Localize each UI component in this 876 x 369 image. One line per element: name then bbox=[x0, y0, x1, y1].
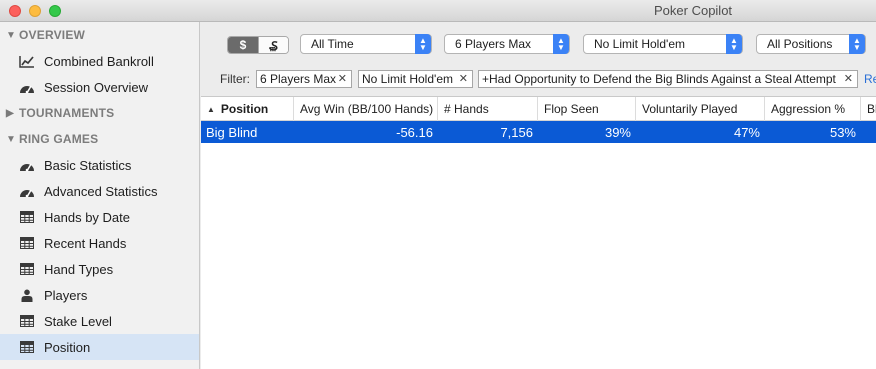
minimize-window-button[interactable] bbox=[29, 5, 41, 17]
disclosure-collapsed-icon[interactable]: ▶ bbox=[6, 108, 18, 119]
table-size-filter-value: 6 Players Max bbox=[455, 37, 532, 51]
position-filter-select[interactable]: All Positions ▲ ▼ bbox=[756, 34, 866, 54]
column-header-aggression[interactable]: Aggression % bbox=[765, 97, 861, 121]
toolbar: $ ₷ All Time ▲ ▼ 6 Players Max ▲ ▼ No Limi… bbox=[201, 22, 876, 96]
title-bar: Poker Copilot bbox=[0, 0, 876, 22]
sidebar: ▼ OVERVIEW Combined Bankroll Session Ove… bbox=[0, 22, 200, 369]
table-grid-icon bbox=[18, 210, 35, 224]
table-size-filter-select[interactable]: 6 Players Max ▲ ▼ bbox=[444, 34, 570, 54]
sidebar-item-advanced-statistics[interactable]: Advanced Statistics bbox=[0, 178, 199, 204]
stats-table: ▲ Position Avg Win (BB/100 Hands) # Hand… bbox=[201, 96, 876, 369]
zoom-window-button[interactable] bbox=[49, 5, 61, 17]
cell-flop-seen: 39% bbox=[604, 124, 631, 140]
column-header-avg-win[interactable]: Avg Win (BB/100 Hands) bbox=[294, 97, 438, 121]
column-header-truncated[interactable]: Bl bbox=[861, 97, 876, 121]
time-filter-value: All Time bbox=[311, 37, 354, 51]
sidebar-item-hands-by-date[interactable]: Hands by Date bbox=[0, 204, 199, 230]
sidebar-item-session-overview[interactable]: Session Overview bbox=[0, 74, 199, 100]
currency-toggle[interactable]: $ ₷ bbox=[227, 36, 289, 54]
chevron-updown-icon: ▲ ▼ bbox=[553, 34, 569, 54]
remove-filter-icon[interactable]: ✕ bbox=[844, 72, 853, 85]
sidebar-item-label: Stake Level bbox=[44, 313, 112, 329]
column-header-label: Voluntarily Played bbox=[642, 102, 738, 116]
sidebar-item-stake-level[interactable]: Stake Level bbox=[0, 308, 199, 334]
sidebar-item-label: Players bbox=[44, 287, 88, 303]
cell-truncated bbox=[861, 121, 876, 143]
cell-position: Big Blind bbox=[206, 124, 258, 140]
line-chart-icon bbox=[18, 54, 35, 68]
column-header-label: Aggression % bbox=[771, 102, 846, 116]
filter-chip-label: No Limit Hold'em bbox=[362, 72, 453, 86]
column-header-position[interactable]: ▲ Position bbox=[201, 97, 294, 121]
column-header-label: Bl bbox=[867, 102, 876, 116]
remove-filter-icon[interactable]: ✕ bbox=[338, 72, 347, 85]
filter-chip[interactable]: +Had Opportunity to Defend the Big Blind… bbox=[478, 70, 858, 88]
main-panel: $ ₷ All Time ▲ ▼ 6 Players Max ▲ ▼ No Limi… bbox=[201, 22, 876, 369]
sidebar-item-players[interactable]: Players bbox=[0, 282, 199, 308]
column-header-voluntarily-played[interactable]: Voluntarily Played bbox=[636, 97, 765, 121]
table-header: ▲ Position Avg Win (BB/100 Hands) # Hand… bbox=[201, 97, 876, 121]
cell-hands: 7,156 bbox=[500, 124, 533, 140]
game-filter-value: No Limit Hold'em bbox=[594, 37, 685, 51]
filter-chip-label: +Had Opportunity to Defend the Big Blind… bbox=[482, 72, 836, 86]
disclosure-expanded-icon[interactable]: ▼ bbox=[6, 134, 18, 145]
sort-ascending-icon: ▲ bbox=[207, 104, 215, 114]
person-icon bbox=[18, 288, 35, 302]
table-grid-icon bbox=[18, 236, 35, 250]
sidebar-item-label: Hand Types bbox=[44, 261, 114, 277]
sidebar-item-label: Session Overview bbox=[44, 79, 149, 95]
sidebar-item-basic-statistics[interactable]: Basic Statistics bbox=[0, 152, 199, 178]
cell-voluntarily-played: 47% bbox=[733, 124, 760, 140]
cell-aggression: 53% bbox=[829, 124, 856, 140]
sidebar-item-position[interactable]: Position bbox=[0, 334, 199, 360]
filter-chip-label: 6 Players Max bbox=[260, 72, 337, 86]
table-grid-icon bbox=[18, 262, 35, 276]
section-overview-label: OVERVIEW bbox=[19, 28, 86, 42]
dashboard-gauge-icon bbox=[18, 80, 35, 94]
column-header-label: Position bbox=[220, 102, 269, 116]
section-overview[interactable]: ▼ OVERVIEW bbox=[0, 22, 199, 48]
position-filter-value: All Positions bbox=[767, 37, 833, 51]
filter-chip[interactable]: 6 Players Max ✕ bbox=[256, 70, 352, 88]
sidebar-item-label: Basic Statistics bbox=[44, 157, 132, 173]
column-header-flop-seen[interactable]: Flop Seen bbox=[538, 97, 636, 121]
disclosure-expanded-icon[interactable]: ▼ bbox=[6, 30, 18, 41]
chevron-updown-icon: ▲ ▼ bbox=[415, 34, 431, 54]
reset-filters-link[interactable]: Re bbox=[864, 72, 876, 86]
chevron-updown-icon: ▲ ▼ bbox=[726, 34, 742, 54]
time-filter-select[interactable]: All Time ▲ ▼ bbox=[300, 34, 432, 54]
dashboard-gauge-icon bbox=[18, 158, 35, 172]
currency-dollar-button[interactable]: $ bbox=[228, 37, 258, 53]
sidebar-item-label: Combined Bankroll bbox=[44, 53, 154, 69]
table-grid-icon bbox=[18, 340, 35, 354]
sidebar-item-hand-types[interactable]: Hand Types bbox=[0, 256, 199, 282]
close-window-button[interactable] bbox=[9, 5, 21, 17]
cell-avg-win: -56.16 bbox=[396, 124, 433, 140]
column-header-hands[interactable]: # Hands bbox=[438, 97, 538, 121]
filter-chip[interactable]: No Limit Hold'em ✕ bbox=[358, 70, 473, 88]
column-header-label: Flop Seen bbox=[544, 102, 599, 116]
table-row[interactable]: Big Blind -56.16 7,156 39% 47% 53% bbox=[201, 121, 876, 143]
section-tournaments-label: TOURNAMENTS bbox=[19, 106, 115, 120]
dashboard-gauge-icon bbox=[18, 184, 35, 198]
sidebar-item-label: Advanced Statistics bbox=[44, 183, 158, 199]
column-header-label: # Hands bbox=[444, 102, 489, 116]
filter-label: Filter: bbox=[220, 72, 250, 86]
section-ring-games[interactable]: ▼ RING GAMES bbox=[0, 126, 199, 152]
table-grid-icon bbox=[18, 314, 35, 328]
game-filter-select[interactable]: No Limit Hold'em ▲ ▼ bbox=[583, 34, 743, 54]
sidebar-item-recent-hands[interactable]: Recent Hands bbox=[0, 230, 199, 256]
window-title: Poker Copilot bbox=[654, 3, 733, 18]
chevron-updown-icon: ▲ ▼ bbox=[849, 34, 865, 54]
sidebar-item-label: Recent Hands bbox=[44, 235, 127, 251]
sidebar-item-combined-bankroll[interactable]: Combined Bankroll bbox=[0, 48, 199, 74]
sidebar-item-label: Position bbox=[44, 339, 91, 355]
sidebar-item-label: Hands by Date bbox=[44, 209, 130, 225]
currency-none-button[interactable]: ₷ bbox=[257, 37, 288, 53]
section-tournaments[interactable]: ▶ TOURNAMENTS bbox=[0, 100, 199, 126]
remove-filter-icon[interactable]: ✕ bbox=[459, 72, 468, 85]
column-header-label: Avg Win (BB/100 Hands) bbox=[300, 102, 434, 116]
section-ring-games-label: RING GAMES bbox=[19, 132, 99, 146]
